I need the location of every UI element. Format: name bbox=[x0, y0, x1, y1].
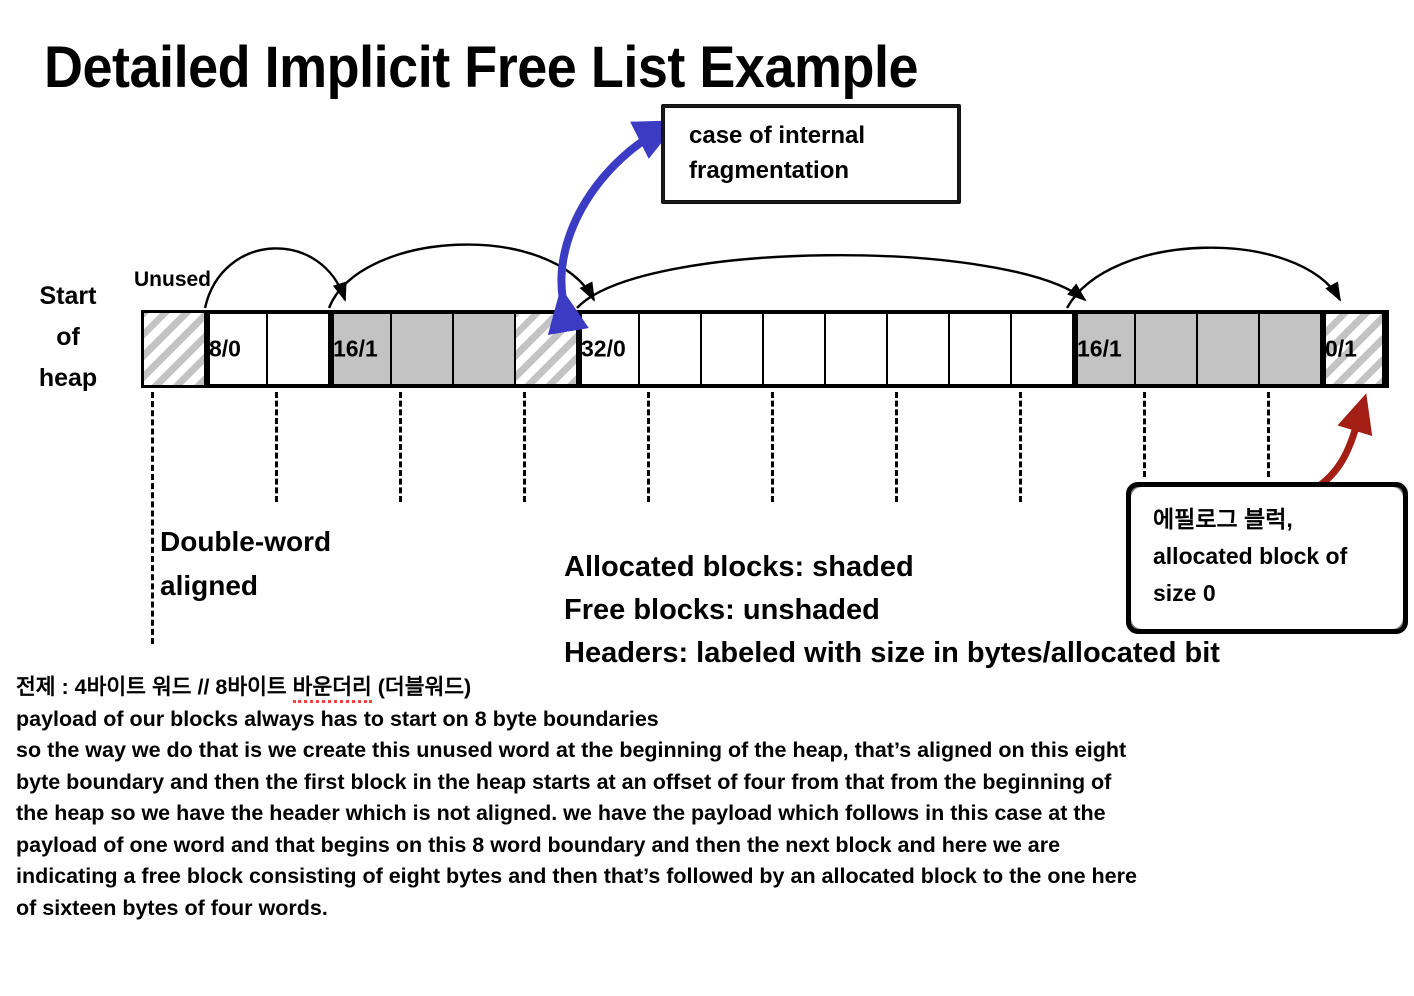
heap-cell-payload bbox=[1012, 313, 1074, 385]
heap-cell-padding-internal-fragmentation bbox=[516, 313, 578, 385]
note-line: payload of one word and that begins on t… bbox=[16, 832, 1061, 857]
heap-cell-payload bbox=[1198, 313, 1260, 385]
heap-cell-payload bbox=[764, 313, 826, 385]
traversal-arc-2 bbox=[327, 243, 596, 309]
alignment-tick bbox=[399, 392, 402, 502]
note-korean-prefix: 전제 : 4바이트 워드 // 8바이트 bbox=[16, 675, 293, 699]
alignment-tick bbox=[647, 392, 650, 502]
callout-line: fragmentation bbox=[689, 157, 850, 184]
alignment-tick bbox=[1019, 392, 1022, 502]
note-line-korean: 전제 : 4바이트 워드 // 8바이트 바운더리 (더블워드) bbox=[16, 672, 1406, 704]
heap-cell-payload bbox=[950, 313, 1012, 385]
alignment-tick bbox=[771, 392, 774, 502]
note-line: the heap so we have the header which is … bbox=[16, 801, 1106, 825]
traversal-arc-3 bbox=[576, 254, 1087, 309]
note-line: payload of our blocks always has to star… bbox=[16, 706, 659, 731]
legend-block: Allocated blocks: shaded Free blocks: un… bbox=[564, 546, 1220, 675]
double-word-line-1: Double-word bbox=[160, 526, 332, 557]
legend-line-allocated: Allocated blocks: shaded bbox=[564, 551, 914, 583]
start-of-heap-line-2: of bbox=[56, 323, 80, 351]
heap-cell-header-32-0: 32/0 bbox=[578, 313, 640, 385]
alignment-tick bbox=[151, 392, 154, 644]
heap-cell-header-16-1-b: 16/1 bbox=[1074, 313, 1136, 385]
alignment-tick bbox=[523, 392, 526, 502]
callout-internal-fragmentation: case of internal fragmentation bbox=[661, 104, 961, 204]
legend-line-free: Free blocks: unshaded bbox=[564, 594, 880, 626]
slide-canvas: Detailed Implicit Free List Example Star… bbox=[0, 0, 1414, 996]
note-korean-suffix: (더블워드) bbox=[371, 675, 472, 699]
traversal-arc-4 bbox=[1065, 246, 1342, 309]
start-of-heap-label: Start of heap bbox=[12, 276, 124, 399]
heap-cell-header-16-1-a: 16/1 bbox=[330, 313, 392, 385]
legend-line-headers: Headers: labeled with size in bytes/allo… bbox=[564, 637, 1220, 669]
alignment-tick bbox=[275, 392, 278, 502]
note-line: byte boundary and then the first block i… bbox=[16, 769, 1112, 794]
heap-memory-bar: 8/0 16/1 32/0 16/1 0/1 bbox=[141, 310, 1389, 388]
alignment-tick bbox=[1143, 392, 1146, 477]
heap-cell-payload bbox=[640, 313, 702, 385]
heap-cell-payload bbox=[392, 313, 454, 385]
heap-cell-epilogue-0-1: 0/1 bbox=[1322, 313, 1384, 385]
note-line: indicating a free block consisting of ei… bbox=[16, 864, 1137, 888]
heap-cell-payload bbox=[1260, 313, 1322, 385]
heap-cell-header-8-0: 8/0 bbox=[206, 313, 268, 385]
block-header-label: 16/1 bbox=[1077, 335, 1122, 362]
note-line: so the way we do that is we create this … bbox=[16, 738, 1127, 762]
heap-cell-unused bbox=[144, 313, 206, 385]
block-header-label: 32/0 bbox=[581, 335, 626, 362]
heap-cell-payload bbox=[1136, 313, 1198, 385]
fragmentation-arrow bbox=[547, 120, 680, 336]
heap-cell-payload bbox=[268, 313, 330, 385]
note-korean-misspelled: 바운더리 bbox=[292, 675, 372, 703]
unused-word-label: Unused bbox=[134, 268, 212, 291]
start-of-heap-line-3: heap bbox=[38, 364, 98, 392]
block-header-label: 16/1 bbox=[333, 335, 378, 362]
note-line: of sixteen bytes of four words. bbox=[16, 895, 328, 920]
traversal-arc-1 bbox=[203, 247, 347, 309]
double-word-line-2: aligned bbox=[160, 570, 259, 601]
page-title: Detailed Implicit Free List Example bbox=[44, 35, 919, 100]
start-of-heap-line-1: Start bbox=[39, 282, 97, 310]
alignment-tick bbox=[895, 392, 898, 502]
callout-line: case of internal bbox=[689, 122, 866, 149]
heap-cell-payload bbox=[454, 313, 516, 385]
block-header-label: 8/0 bbox=[209, 335, 241, 362]
heap-cell-payload bbox=[826, 313, 888, 385]
heap-cell-payload bbox=[702, 313, 764, 385]
epilogue-arrow bbox=[1279, 393, 1373, 521]
callout-line: 에필로그 블럭, bbox=[1153, 506, 1293, 532]
alignment-tick bbox=[1267, 392, 1270, 477]
heap-cell-payload bbox=[888, 313, 950, 385]
double-word-aligned-label: Double-word aligned bbox=[160, 520, 331, 608]
lecture-notes: 전제 : 4바이트 워드 // 8바이트 바운더리 (더블워드) payload… bbox=[16, 672, 1406, 924]
block-header-label: 0/1 bbox=[1325, 335, 1357, 362]
